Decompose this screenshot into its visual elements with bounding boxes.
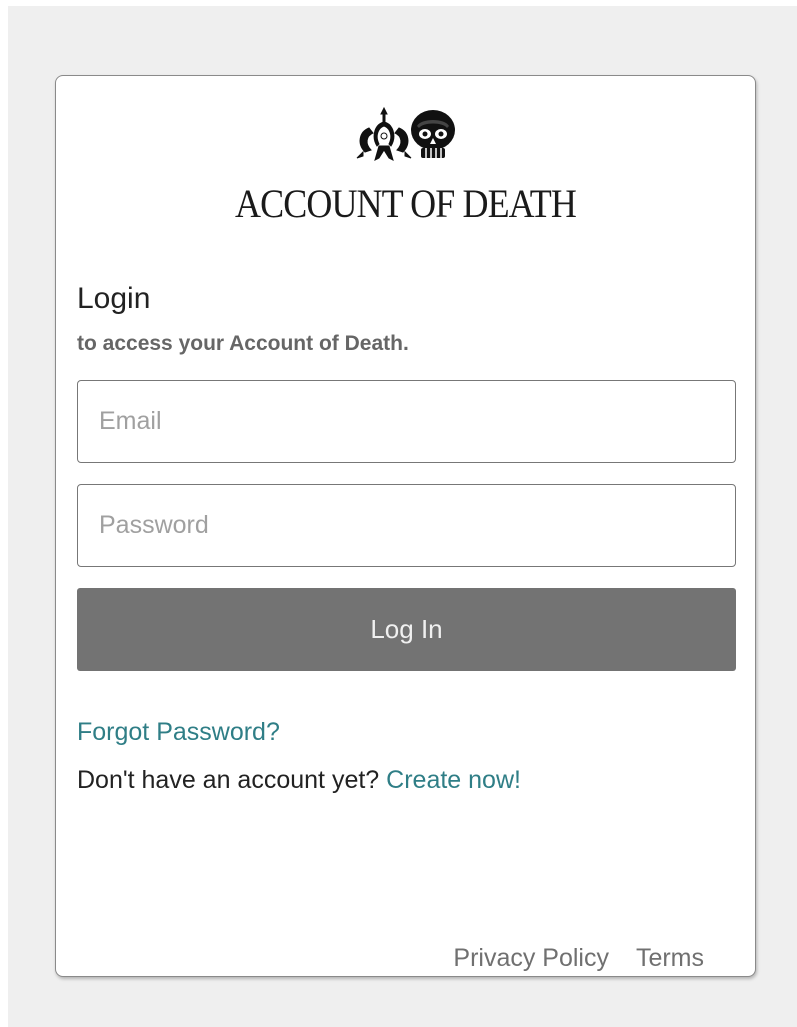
login-button[interactable]: Log In: [77, 588, 736, 671]
create-account-link[interactable]: Create now!: [386, 766, 521, 794]
privacy-policy-link[interactable]: Privacy Policy: [453, 944, 609, 972]
forgot-password-link[interactable]: Forgot Password?: [77, 718, 280, 747]
no-account-text: Don't have an account yet?: [77, 766, 380, 794]
trident-crest-icon: [356, 106, 411, 161]
signup-prompt: Don't have an account yet? Create now!: [77, 766, 521, 795]
password-field[interactable]: [77, 484, 736, 567]
page-subtitle: to access your Account of Death.: [77, 332, 409, 355]
login-card: ACCOUNT OF DEATH Login to access your Ac…: [55, 75, 756, 977]
skull-icon: [410, 110, 455, 158]
logo-emblem: [356, 106, 455, 161]
footer-links: Privacy Policy Terms: [433, 944, 704, 973]
brand-logo: [56, 106, 755, 167]
email-field[interactable]: [77, 380, 736, 463]
brand-name: ACCOUNT OF DEATH: [235, 181, 577, 226]
terms-link[interactable]: Terms: [636, 944, 704, 972]
page-title: Login: [77, 282, 151, 315]
